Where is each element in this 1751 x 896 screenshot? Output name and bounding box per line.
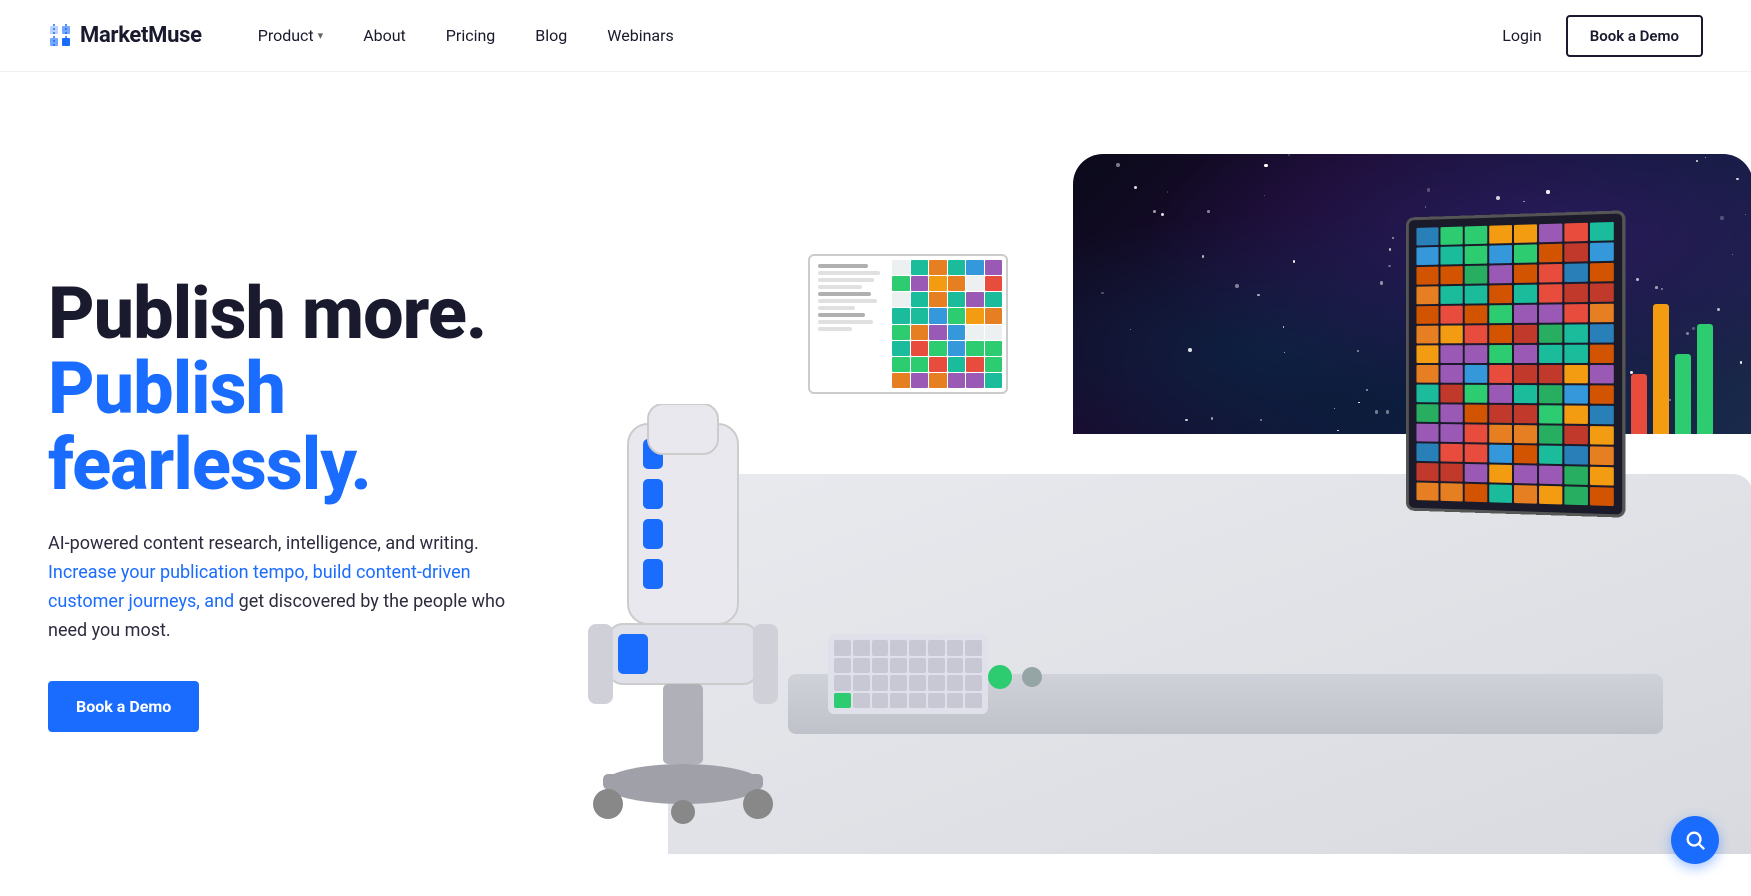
bar-chart-col bbox=[1653, 304, 1669, 434]
logo-text: MarketMuse bbox=[80, 23, 202, 48]
logo-icon bbox=[48, 24, 72, 48]
nav-about[interactable]: About bbox=[347, 18, 422, 53]
description-plain: AI-powered content research, intelligenc… bbox=[48, 533, 479, 554]
monitor-right-grid bbox=[1409, 213, 1622, 514]
console-buttons bbox=[988, 665, 1042, 689]
nav-pricing[interactable]: Pricing bbox=[430, 18, 512, 53]
hero-section: Publish more. Publish fearlessly. AI-pow… bbox=[0, 72, 1751, 896]
monitor-left-screen bbox=[810, 256, 1006, 392]
hero-title-line2: Publish fearlessly. bbox=[48, 351, 568, 502]
nav-links: Product ▾ About Pricing Blog Webinars bbox=[242, 18, 1503, 53]
logo-link[interactable]: MarketMuse bbox=[48, 23, 202, 48]
hero-illustration bbox=[608, 154, 1703, 854]
bar-chart-col bbox=[1675, 354, 1691, 434]
navigation: MarketMuse Product ▾ About Pricing Blog … bbox=[0, 0, 1751, 72]
hero-description: AI-powered content research, intelligenc… bbox=[48, 530, 528, 645]
nav-book-demo-button[interactable]: Book a Demo bbox=[1566, 15, 1703, 57]
monitor-left-text bbox=[810, 256, 888, 392]
nav-webinars[interactable]: Webinars bbox=[591, 18, 690, 53]
monitor-right bbox=[1406, 210, 1625, 517]
bar-chart-col bbox=[1631, 374, 1647, 434]
nav-right: Login Book a Demo bbox=[1502, 15, 1703, 57]
monitor-left-grid bbox=[888, 256, 1006, 392]
nav-product[interactable]: Product ▾ bbox=[242, 18, 339, 53]
chair-illustration bbox=[548, 404, 828, 824]
nav-blog[interactable]: Blog bbox=[519, 18, 583, 53]
keyboard bbox=[828, 634, 988, 714]
console-button-green bbox=[988, 665, 1012, 689]
search-fab-button[interactable] bbox=[1671, 816, 1719, 864]
search-icon bbox=[1684, 829, 1706, 851]
bar-chart-col bbox=[1697, 324, 1713, 434]
hero-content: Publish more. Publish fearlessly. AI-pow… bbox=[48, 276, 568, 733]
console-button-gray bbox=[1022, 667, 1042, 687]
chevron-down-icon: ▾ bbox=[318, 29, 324, 42]
hero-title-line1: Publish more. bbox=[48, 276, 568, 352]
login-link[interactable]: Login bbox=[1502, 26, 1541, 45]
monitor-left bbox=[808, 254, 1008, 394]
hero-cta-button[interactable]: Book a Demo bbox=[48, 681, 199, 732]
